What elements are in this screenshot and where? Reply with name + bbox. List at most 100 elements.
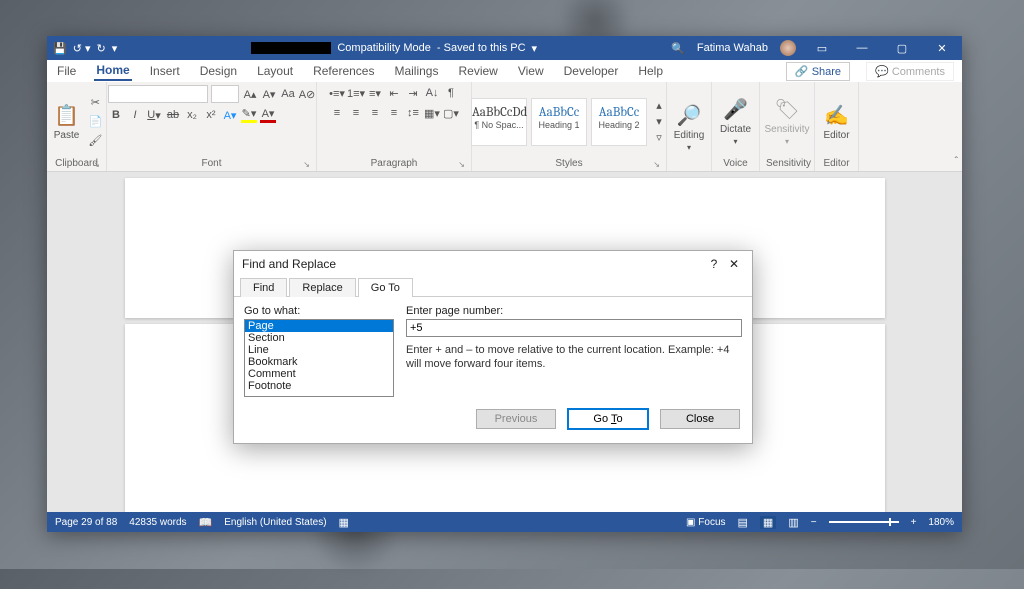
tab-developer[interactable]: Developer: [562, 62, 621, 80]
shading-icon[interactable]: ▦▾: [424, 105, 440, 121]
share-button[interactable]: 🔗 Share: [786, 62, 850, 81]
minimize-button[interactable]: —: [848, 42, 876, 54]
dialog-tab-find[interactable]: Find: [240, 278, 287, 297]
decrease-indent-icon[interactable]: ⇤: [386, 85, 402, 101]
maximize-button[interactable]: ▢: [888, 42, 916, 55]
web-layout-icon[interactable]: ▥: [788, 516, 798, 529]
underline-button[interactable]: U▾: [146, 107, 162, 123]
zoom-slider[interactable]: [829, 521, 899, 523]
dialog-tab-goto[interactable]: Go To: [358, 278, 413, 297]
collapse-ribbon-icon[interactable]: ˆ: [955, 156, 958, 167]
editor-button[interactable]: ✍Editor: [819, 103, 853, 141]
tab-design[interactable]: Design: [198, 62, 239, 80]
page-number-input[interactable]: [406, 319, 742, 337]
increase-indent-icon[interactable]: ⇥: [405, 85, 421, 101]
save-icon[interactable]: 💾: [53, 42, 67, 55]
font-dialog-launcher-icon[interactable]: ↘: [303, 160, 310, 169]
font-color-icon[interactable]: A▾: [260, 107, 276, 123]
undo-icon[interactable]: ↺ ▾: [73, 42, 91, 55]
tab-mailings[interactable]: Mailings: [392, 62, 440, 80]
styles-dialog-launcher-icon[interactable]: ↘: [653, 160, 660, 169]
justify-icon[interactable]: ≡: [386, 105, 402, 121]
dictate-button[interactable]: 🎤Dictate▾: [716, 97, 755, 146]
superscript-button[interactable]: x²: [203, 107, 219, 123]
language-indicator[interactable]: English (United States): [224, 517, 326, 528]
align-center-icon[interactable]: ≡: [348, 105, 364, 121]
italic-button[interactable]: I: [127, 107, 143, 123]
zoom-in-button[interactable]: +: [911, 517, 917, 528]
text-effects-icon[interactable]: A▾: [222, 107, 238, 123]
focus-mode-button[interactable]: ▣ Focus: [686, 517, 725, 528]
list-item[interactable]: Comment: [245, 368, 393, 380]
close-button[interactable]: ✕: [928, 42, 956, 55]
style-heading-1[interactable]: AaBbCcHeading 1: [531, 98, 587, 146]
subscript-button[interactable]: x₂: [184, 107, 200, 123]
list-item[interactable]: Line: [245, 344, 393, 356]
styles-expand-icon[interactable]: ▿: [651, 130, 667, 146]
style-no-spacing[interactable]: AaBbCcDd¶ No Spac...: [471, 98, 527, 146]
ribbon-display-icon[interactable]: ▭: [808, 42, 836, 55]
tab-references[interactable]: References: [311, 62, 376, 80]
list-item[interactable]: Bookmark: [245, 356, 393, 368]
shrink-font-icon[interactable]: A▾: [261, 86, 277, 102]
copy-icon[interactable]: 📄: [87, 114, 103, 130]
search-icon[interactable]: 🔍: [671, 42, 685, 55]
numbering-icon[interactable]: 1≡▾: [348, 85, 364, 101]
list-item[interactable]: Footnote: [245, 380, 393, 392]
align-left-icon[interactable]: ≡: [329, 105, 345, 121]
sensitivity-button[interactable]: 🏷Sensitivity▾: [761, 97, 814, 146]
highlight-icon[interactable]: ✎▾: [241, 107, 257, 123]
comments-button[interactable]: 💬 Comments: [866, 62, 954, 81]
show-marks-icon[interactable]: ¶: [443, 85, 459, 101]
avatar[interactable]: [780, 40, 796, 56]
paste-button[interactable]: 📋Paste: [50, 103, 84, 141]
cut-icon[interactable]: ✂: [87, 95, 103, 111]
clipboard-dialog-launcher-icon[interactable]: ↘: [93, 160, 100, 169]
tab-review[interactable]: Review: [456, 62, 499, 80]
page-indicator[interactable]: Page 29 of 88: [55, 517, 117, 528]
user-name[interactable]: Fatima Wahab: [697, 42, 768, 54]
goto-what-listbox[interactable]: Page Section Line Bookmark Comment Footn…: [244, 319, 394, 397]
bullets-icon[interactable]: •≡▾: [329, 85, 345, 101]
grow-font-icon[interactable]: A▴: [242, 86, 258, 102]
line-spacing-icon[interactable]: ↕≡: [405, 105, 421, 121]
tab-file[interactable]: File: [55, 62, 78, 80]
tab-home[interactable]: Home: [94, 61, 131, 81]
word-count[interactable]: 42835 words: [129, 517, 186, 528]
close-button[interactable]: Close: [660, 409, 740, 429]
redo-icon[interactable]: ↻: [97, 42, 106, 55]
editing-button[interactable]: 🔎Editing▾: [670, 103, 709, 152]
borders-icon[interactable]: ▢▾: [443, 105, 459, 121]
zoom-out-button[interactable]: −: [811, 517, 817, 528]
style-heading-2[interactable]: AaBbCcHeading 2: [591, 98, 647, 146]
dialog-tab-replace[interactable]: Replace: [289, 278, 355, 297]
tab-layout[interactable]: Layout: [255, 62, 295, 80]
print-layout-icon[interactable]: ▦: [760, 516, 776, 529]
spelling-status-icon[interactable]: 📖: [199, 516, 213, 529]
read-mode-icon[interactable]: ▤: [738, 516, 748, 529]
font-family-combobox[interactable]: [108, 85, 208, 103]
change-case-icon[interactable]: Aa: [280, 86, 296, 102]
list-item[interactable]: Page: [245, 320, 393, 332]
macro-status-icon[interactable]: ▦: [339, 516, 349, 529]
styles-scroll-down-icon[interactable]: ▾: [651, 114, 667, 130]
dialog-close-button[interactable]: ✕: [724, 257, 744, 271]
dialog-help-button[interactable]: ?: [704, 257, 724, 271]
saved-dropdown-icon[interactable]: ▾: [532, 42, 538, 55]
tab-insert[interactable]: Insert: [148, 62, 182, 80]
clear-formatting-icon[interactable]: A⊘: [299, 86, 315, 102]
font-size-combobox[interactable]: [211, 85, 239, 103]
bold-button[interactable]: B: [108, 107, 124, 123]
zoom-level[interactable]: 180%: [928, 517, 954, 528]
align-right-icon[interactable]: ≡: [367, 105, 383, 121]
list-item[interactable]: Section: [245, 332, 393, 344]
styles-scroll-up-icon[interactable]: ▴: [651, 98, 667, 114]
strikethrough-button[interactable]: ab: [165, 107, 181, 123]
multilevel-list-icon[interactable]: ≡▾: [367, 85, 383, 101]
tab-help[interactable]: Help: [636, 62, 665, 80]
paragraph-dialog-launcher-icon[interactable]: ↘: [458, 160, 465, 169]
sort-icon[interactable]: A↓: [424, 85, 440, 101]
goto-button[interactable]: Go To: [568, 409, 648, 429]
tab-view[interactable]: View: [516, 62, 546, 80]
format-painter-icon[interactable]: 🖌: [87, 133, 103, 149]
